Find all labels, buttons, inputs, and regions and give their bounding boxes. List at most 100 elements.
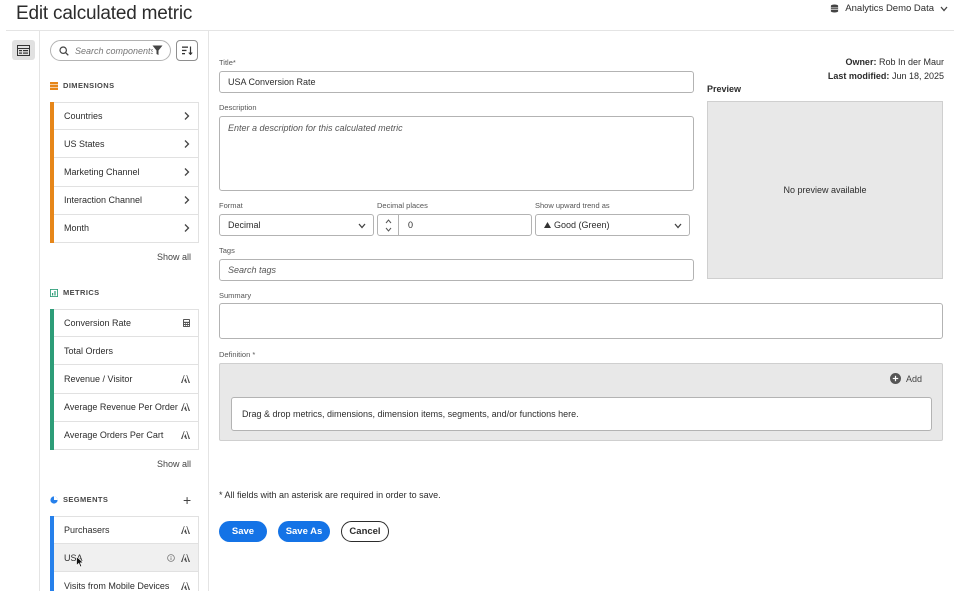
chevron-up-icon[interactable] bbox=[385, 218, 392, 224]
item-label: US States bbox=[64, 138, 105, 149]
components-panel-button[interactable] bbox=[12, 40, 35, 60]
definition-drop-zone[interactable]: Drag & drop metrics, dimensions, dimensi… bbox=[231, 397, 932, 431]
dimensions-label: DIMENSIONS bbox=[63, 81, 115, 90]
summary-field-label: Summary bbox=[219, 291, 252, 300]
format-field-label: Format bbox=[219, 201, 243, 210]
title-field-label: Title* bbox=[219, 58, 236, 67]
report-suite-selector[interactable]: Analytics Demo Data bbox=[830, 3, 948, 14]
chevron-down-icon[interactable] bbox=[385, 227, 392, 232]
item-label: Conversion Rate bbox=[64, 318, 132, 329]
list-item[interactable]: Marketing Channel bbox=[50, 157, 199, 187]
preview-title: Preview bbox=[707, 84, 742, 94]
metric-meta: Owner: Rob In der Maur Last modified: Ju… bbox=[828, 55, 944, 83]
list-item[interactable]: Month bbox=[50, 213, 199, 244]
item-label: Average Revenue Per Order bbox=[64, 402, 178, 413]
owner-value: Rob In der Maur bbox=[878, 57, 944, 67]
adobe-logo-icon bbox=[181, 431, 190, 440]
decimal-places-stepper[interactable]: 0 bbox=[377, 214, 532, 236]
item-label: Month bbox=[64, 223, 90, 234]
save-button[interactable]: Save bbox=[219, 521, 267, 542]
filter-icon[interactable] bbox=[152, 45, 163, 56]
trend-value: Good (Green) bbox=[554, 220, 610, 230]
metrics-label: METRICS bbox=[63, 288, 100, 297]
adobe-logo-icon bbox=[181, 374, 190, 383]
item-label: Marketing Channel bbox=[64, 166, 140, 177]
chevron-down-icon bbox=[940, 6, 948, 11]
chevron-right-icon bbox=[184, 112, 190, 121]
metrics-list: Conversion Rate Total Orders Revenue / V… bbox=[50, 309, 199, 451]
list-item[interactable]: Total Orders bbox=[50, 336, 199, 366]
title-input[interactable]: USA Conversion Rate bbox=[219, 71, 694, 93]
components-icon bbox=[17, 44, 30, 56]
definition-add-label: Add bbox=[905, 373, 922, 384]
segments-label: SEGMENTS bbox=[63, 495, 109, 504]
search-input[interactable] bbox=[75, 45, 153, 56]
trend-select[interactable]: Good (Green) bbox=[535, 214, 690, 236]
mouse-cursor-icon bbox=[76, 556, 84, 568]
preview-empty-message: No preview available bbox=[783, 185, 867, 195]
definition-add-button[interactable]: Add bbox=[889, 373, 922, 384]
segments-section-header: SEGMENTS + bbox=[50, 492, 191, 508]
dimensions-show-all-link[interactable]: Show all bbox=[50, 252, 191, 262]
chevron-right-icon bbox=[184, 168, 190, 176]
tags-input[interactable]: Search tags bbox=[219, 259, 694, 281]
metrics-show-all-link[interactable]: Show all bbox=[50, 459, 191, 469]
dimensions-section-header: DIMENSIONS bbox=[50, 81, 115, 90]
format-select[interactable]: Decimal bbox=[219, 214, 374, 236]
chevron-right-icon bbox=[184, 139, 190, 148]
add-circle-icon bbox=[889, 373, 901, 384]
list-item[interactable]: Average Orders Per Cart bbox=[50, 420, 199, 451]
adobe-logo-icon bbox=[181, 526, 190, 535]
format-value: Decimal bbox=[228, 220, 261, 230]
info-icon[interactable] bbox=[167, 553, 175, 562]
dimensions-list: Countries US States Marketing Channel In… bbox=[50, 102, 199, 244]
sort-icon bbox=[181, 46, 193, 55]
preview-panel: No preview available bbox=[707, 101, 943, 279]
adobe-logo-icon bbox=[181, 581, 190, 590]
cancel-button[interactable]: Cancel bbox=[341, 521, 389, 542]
left-rail bbox=[0, 31, 40, 591]
sort-button[interactable] bbox=[176, 40, 198, 61]
decimal-places-label: Decimal places bbox=[377, 201, 428, 210]
list-item[interactable]: US States bbox=[50, 129, 199, 159]
list-item[interactable]: Purchasers bbox=[50, 516, 199, 545]
segments-list: Purchasers USA Visits from Mobile Device… bbox=[50, 516, 199, 591]
triangle-up-icon bbox=[544, 222, 551, 228]
description-textarea[interactable]: Enter a description for this calculated … bbox=[219, 116, 694, 191]
adobe-logo-icon bbox=[181, 403, 190, 412]
decimal-places-value: 0 bbox=[408, 220, 414, 230]
definition-field-label: Definition * bbox=[219, 350, 256, 359]
list-item[interactable]: Revenue / Visitor bbox=[50, 364, 199, 394]
segment-icon bbox=[50, 495, 58, 504]
required-fields-note: * All fields with an asterisk are requir… bbox=[219, 490, 441, 500]
component-search[interactable] bbox=[50, 40, 171, 61]
page-title: Edit calculated metric bbox=[16, 3, 193, 24]
metrics-section-header: METRICS bbox=[50, 288, 100, 297]
list-item[interactable]: USA bbox=[50, 543, 199, 573]
search-icon bbox=[59, 45, 69, 56]
chevron-right-icon bbox=[184, 196, 190, 205]
chevron-down-icon bbox=[358, 223, 366, 229]
save-as-button[interactable]: Save As bbox=[278, 521, 330, 542]
modified-value: Jun 18, 2025 bbox=[891, 71, 944, 81]
report-suite-name: Analytics Demo Data bbox=[845, 3, 934, 14]
item-label: Countries bbox=[64, 111, 103, 122]
item-label: Revenue / Visitor bbox=[64, 373, 133, 384]
list-item[interactable]: Countries bbox=[50, 102, 199, 131]
item-label: Average Orders Per Cart bbox=[64, 430, 164, 441]
add-segment-button[interactable]: + bbox=[183, 492, 192, 508]
list-item[interactable]: Average Revenue Per Order bbox=[50, 392, 199, 422]
dimension-icon bbox=[50, 81, 58, 90]
item-label: Interaction Channel bbox=[64, 195, 143, 206]
modified-label: Last modified: bbox=[827, 71, 890, 81]
list-item[interactable]: Conversion Rate bbox=[50, 309, 199, 338]
list-item[interactable]: Interaction Channel bbox=[50, 185, 199, 215]
calculator-icon bbox=[183, 319, 190, 328]
list-item[interactable]: Visits from Mobile Devices bbox=[50, 571, 199, 591]
chevron-down-icon bbox=[674, 223, 682, 229]
components-panel: DIMENSIONS Countries US States Marketing… bbox=[41, 31, 209, 591]
summary-input[interactable] bbox=[219, 303, 943, 339]
stepper-controls[interactable] bbox=[378, 215, 399, 235]
tags-field-label: Tags bbox=[219, 246, 235, 255]
owner-label: Owner: bbox=[845, 57, 877, 67]
